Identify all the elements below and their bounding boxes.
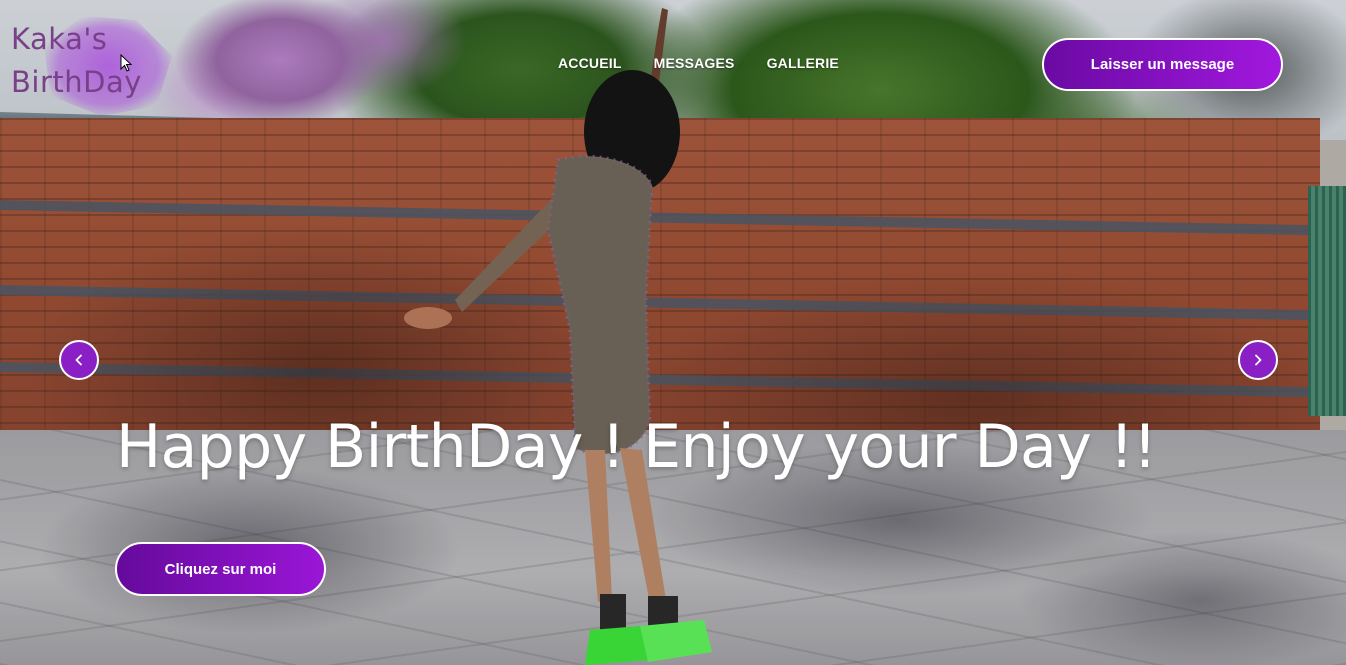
mouse-cursor-icon: [120, 54, 132, 72]
nav-item-accueil[interactable]: ACCUEIL: [558, 55, 622, 71]
carousel-prev-button[interactable]: [59, 340, 99, 380]
hero-title: Happy BirthDay ! Enjoy your Day !!: [116, 412, 1157, 482]
nav-item-gallerie[interactable]: GALLERIE: [767, 55, 839, 71]
carousel-next-button[interactable]: [1238, 340, 1278, 380]
chevron-left-icon: [75, 354, 82, 366]
leave-message-button[interactable]: Laisser un message: [1042, 38, 1283, 91]
main-nav: ACCUEIL MESSAGES GALLERIE: [558, 55, 839, 71]
logo-text-line1: Kaka's: [11, 22, 108, 56]
logo-text-line2: BirthDay: [11, 65, 142, 99]
site-logo[interactable]: Kaka's BirthDay: [8, 16, 178, 116]
chevron-right-icon: [1255, 354, 1262, 366]
nav-item-messages[interactable]: MESSAGES: [654, 55, 735, 71]
click-me-button[interactable]: Cliquez sur moi: [115, 542, 326, 596]
